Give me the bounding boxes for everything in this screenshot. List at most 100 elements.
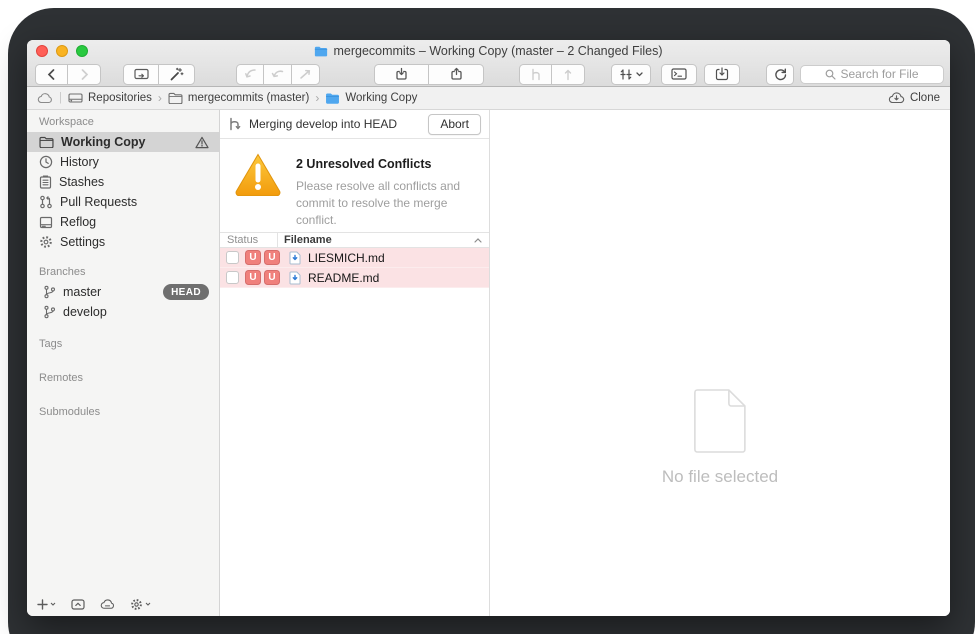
folder-blue-icon	[325, 92, 340, 104]
cloud-download-icon	[888, 92, 905, 104]
close-button[interactable]	[36, 45, 48, 57]
quick-actions-wand-button[interactable]	[159, 64, 195, 85]
filename: README.md	[308, 271, 379, 285]
minimize-button[interactable]	[56, 45, 68, 57]
refresh-button[interactable]	[766, 64, 794, 85]
stash-apply-button[interactable]	[429, 64, 484, 85]
sidebar-item-history[interactable]: History	[27, 152, 219, 172]
folder-icon	[168, 92, 183, 104]
sidebar-branch-develop[interactable]: develop	[27, 302, 219, 322]
pull-request-icon	[39, 195, 53, 209]
search-placeholder: Search for File	[840, 67, 918, 81]
main-area: Workspace Working Copy History Stashes P…	[27, 110, 950, 616]
head-badge: HEAD	[163, 284, 209, 300]
sidebar-item-working-copy[interactable]: Working Copy	[27, 132, 219, 152]
breadcrumb-working-copy[interactable]: Working Copy	[325, 92, 417, 104]
markdown-file-icon	[289, 251, 301, 265]
app-window: mergecommits – Working Copy (master – 2 …	[27, 40, 950, 616]
stage-checkbox[interactable]	[226, 251, 239, 264]
detail-panel: No file selected	[490, 110, 950, 616]
forward-button[interactable]	[68, 64, 101, 85]
stage-checkbox[interactable]	[226, 271, 239, 284]
window-title-text: mergecommits – Working Copy (master – 2 …	[333, 44, 662, 58]
gear-icon	[130, 598, 143, 611]
toolbar: Search for File	[27, 61, 950, 87]
folder-icon	[314, 45, 328, 57]
conflict-file-row[interactable]: U U README.md	[220, 268, 489, 288]
column-filename[interactable]: Filename	[278, 234, 489, 246]
zoom-button[interactable]	[76, 45, 88, 57]
computer-icon	[68, 92, 83, 104]
titlebar: mergecommits – Working Copy (master – 2 …	[27, 40, 950, 61]
compare-dropdown-button[interactable]	[611, 64, 651, 85]
open-in-finder-button[interactable]	[123, 64, 159, 85]
conflict-file-row[interactable]: U U LIESMICH.md	[220, 248, 489, 268]
file-list-panel: Merging develop into HEAD Abort 2 Unreso…	[220, 110, 490, 616]
breadcrumb-repository[interactable]: mergecommits (master)	[168, 92, 309, 104]
stash-group	[374, 64, 484, 85]
sidebar-item-settings[interactable]: Settings	[27, 232, 219, 252]
column-status[interactable]: Status	[220, 233, 278, 247]
gear-icon	[39, 235, 53, 249]
clone-button[interactable]: Clone	[888, 92, 940, 104]
abort-button[interactable]: Abort	[428, 114, 481, 135]
open-in-editor-button[interactable]	[704, 64, 740, 85]
cloud-icon[interactable]	[37, 93, 53, 104]
back-button[interactable]	[35, 64, 68, 85]
add-button[interactable]	[37, 599, 56, 610]
breadcrumb-repositories[interactable]: Repositories	[68, 92, 152, 104]
search-input[interactable]: Search for File	[800, 65, 944, 84]
filename: LIESMICH.md	[308, 251, 385, 265]
breadcrumb-separator: ›	[315, 91, 319, 105]
revert-arrow-icon[interactable]	[264, 64, 292, 85]
unmerged-status-badge: U	[264, 250, 280, 265]
clipboard-icon	[39, 175, 52, 189]
terminal-button[interactable]	[661, 64, 697, 85]
breadcrumb-bar: | Repositories › mergecommits (master) ›…	[27, 87, 950, 110]
empty-document-icon	[693, 388, 747, 454]
merge-status-bar: Merging develop into HEAD Abort	[220, 110, 489, 139]
tags-section-header[interactable]: Tags	[27, 332, 219, 354]
chevron-down-icon	[50, 602, 56, 606]
empty-state: No file selected	[662, 388, 778, 487]
folder-icon	[39, 136, 54, 148]
journal-icon	[39, 216, 53, 229]
discard-arrow-icon[interactable]	[236, 64, 264, 85]
branch-push-group	[519, 64, 585, 85]
workspace-section-header: Workspace	[27, 110, 219, 132]
search-icon	[825, 69, 836, 80]
history-nav-group	[35, 64, 101, 85]
sidebar-item-pull-requests[interactable]: Pull Requests	[27, 192, 219, 212]
submodules-section-header[interactable]: Submodules	[27, 400, 219, 422]
empty-state-text: No file selected	[662, 467, 778, 487]
sidebar-item-stashes[interactable]: Stashes	[27, 172, 219, 192]
gear-menu-button[interactable]	[130, 598, 151, 611]
breadcrumb-separator: ›	[158, 91, 162, 105]
window-title: mergecommits – Working Copy (master – 2 …	[27, 40, 950, 61]
repo-actions-group	[123, 64, 195, 85]
traffic-lights	[36, 45, 88, 57]
sidebar-branch-master[interactable]: master HEAD	[27, 282, 219, 302]
unmerged-status-badge: U	[264, 270, 280, 285]
warning-icon	[195, 136, 209, 149]
cloud-action-button[interactable]	[100, 599, 115, 610]
branch-icon	[43, 305, 56, 319]
conflict-text: 2 Unresolved Conflicts Please resolve al…	[296, 152, 470, 232]
chevron-down-icon	[636, 72, 643, 77]
markdown-file-icon	[289, 271, 301, 285]
push-arrow-icon[interactable]	[552, 64, 585, 85]
sidebar-footer	[27, 592, 219, 616]
clock-icon	[39, 155, 53, 169]
branches-section-header: Branches	[27, 260, 219, 282]
remotes-section-header[interactable]: Remotes	[27, 366, 219, 388]
stash-save-button[interactable]	[374, 64, 429, 85]
sidebar-item-reflog[interactable]: Reflog	[27, 212, 219, 232]
breadcrumb-divider: |	[59, 92, 62, 104]
chevron-down-icon	[145, 602, 151, 606]
redo-arrow-icon[interactable]	[292, 64, 320, 85]
branch-icon	[43, 285, 56, 299]
toggle-panel-button[interactable]	[71, 599, 85, 610]
merge-actions-group	[236, 64, 320, 85]
merge-branch-icon[interactable]	[519, 64, 552, 85]
conflict-message: Please resolve all conflicts and commit …	[296, 178, 470, 229]
